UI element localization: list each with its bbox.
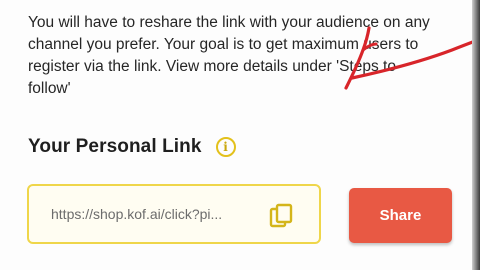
personal-link-header: Your Personal Link i <box>28 136 236 158</box>
instructions-line: follow' <box>28 80 71 97</box>
personal-link-value[interactable]: https://shop.kof.ai/click?pi... <box>51 206 266 222</box>
section-title: Your Personal Link <box>28 136 202 157</box>
instructions-line: register via the link. View more details… <box>28 58 396 75</box>
personal-link-field[interactable]: https://shop.kof.ai/click?pi... <box>27 184 321 244</box>
instructions-line: You will have to reshare the link with y… <box>28 14 430 31</box>
screen: You will have to reshare the link with y… <box>0 0 480 270</box>
share-button-label: Share <box>379 207 422 224</box>
info-icon[interactable]: i <box>215 137 236 157</box>
screen-edge <box>472 0 480 270</box>
share-button[interactable]: Share <box>349 188 452 243</box>
info-icon-glyph: i <box>223 140 228 154</box>
instructions-line: channel you prefer. Your goal is to get … <box>28 36 419 53</box>
instructions-text: You will have to reshare the link with y… <box>28 12 458 100</box>
copy-icon[interactable] <box>269 203 293 229</box>
